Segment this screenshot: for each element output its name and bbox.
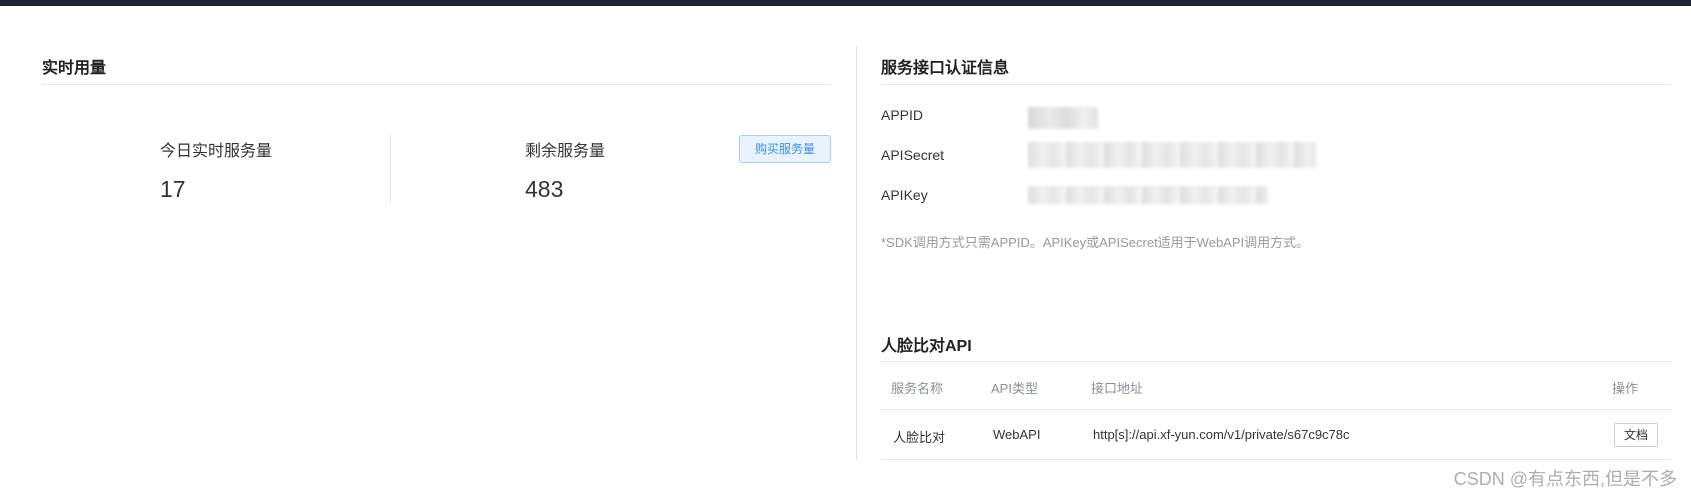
content-panel	[0, 6, 1691, 499]
apisecret-label: APISecret	[881, 147, 945, 163]
watermark: CSDN @有点东西,但是不多	[1453, 469, 1677, 489]
appid-value-redacted	[1028, 107, 1098, 129]
col-api-type: API类型	[991, 381, 1038, 396]
api-title-divider	[881, 361, 1671, 362]
today-usage-label: 今日实时服务量	[160, 143, 273, 160]
stat-divider	[390, 135, 391, 203]
col-service-name: 服务名称	[891, 381, 944, 396]
remaining-usage-value: 483	[525, 176, 564, 202]
usage-section-title: 实时用量	[42, 60, 107, 77]
auth-note: *SDK调用方式只需APPID。APIKey或APISecret适用于WebAP…	[881, 235, 1310, 250]
row-endpoint-url: http[s]://api.xf-yun.com/v1/private/s67c…	[1093, 427, 1350, 442]
apisecret-value-redacted	[1028, 142, 1316, 168]
apikey-value-redacted	[1028, 186, 1268, 204]
col-endpoint: 接口地址	[1091, 381, 1144, 396]
row-service-name: 人脸比对	[893, 430, 946, 445]
auth-title-divider	[881, 84, 1671, 85]
remaining-usage-label: 剩余服务量	[525, 143, 606, 160]
table-bottom-divider	[881, 459, 1671, 460]
today-usage-value: 17	[160, 176, 186, 202]
usage-title-divider	[42, 84, 831, 85]
appid-label: APPID	[881, 107, 924, 123]
apikey-label: APIKey	[881, 187, 928, 203]
table-header-divider	[881, 409, 1671, 410]
auth-section-title: 服务接口认证信息	[881, 60, 1010, 77]
row-api-type: WebAPI	[993, 427, 1041, 442]
col-action: 操作	[1612, 381, 1639, 396]
api-section-title: 人脸比对API	[881, 338, 972, 355]
doc-button[interactable]: 文档	[1614, 423, 1658, 447]
column-divider	[856, 46, 857, 460]
buy-service-button[interactable]: 购买服务量	[739, 135, 831, 163]
